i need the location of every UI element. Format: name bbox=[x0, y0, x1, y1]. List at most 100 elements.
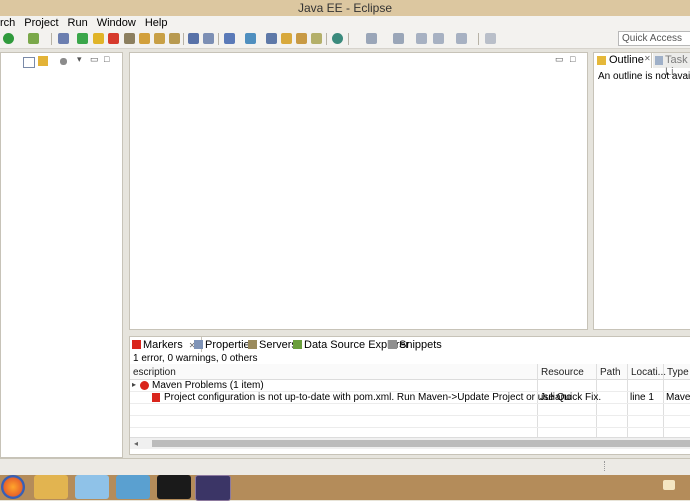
menu-item-window[interactable]: Window bbox=[97, 17, 136, 29]
step-into-icon[interactable] bbox=[139, 33, 150, 44]
row-divider bbox=[130, 427, 690, 428]
globe-icon[interactable] bbox=[332, 33, 343, 44]
main-toolbar bbox=[0, 30, 690, 49]
outline-panel: Outline ✕ Task Li An outline is not avai… bbox=[593, 52, 690, 330]
tab-outline-label: Outline bbox=[609, 54, 644, 66]
row-divider bbox=[130, 403, 690, 404]
column-type[interactable]: Type bbox=[667, 365, 689, 380]
notification-icon[interactable] bbox=[663, 480, 675, 490]
horizontal-scrollbar[interactable]: ◂ bbox=[130, 437, 690, 449]
menu-item-help[interactable]: Help bbox=[145, 17, 168, 29]
tab-properties[interactable]: Properties bbox=[194, 338, 255, 352]
outline-message: An outline is not available. bbox=[598, 71, 690, 82]
server-icon[interactable] bbox=[203, 33, 214, 44]
eclipse-taskbar-icon[interactable] bbox=[195, 475, 231, 501]
tab-servers[interactable]: Servers bbox=[248, 338, 297, 352]
servers-icon bbox=[248, 340, 257, 349]
problem-type: Maven bbox=[666, 392, 690, 403]
maximize-icon[interactable]: □ bbox=[570, 55, 575, 64]
toolbar-separator bbox=[51, 33, 52, 45]
command-prompt-icon[interactable] bbox=[157, 475, 191, 499]
menu-item-search[interactable]: rch bbox=[0, 17, 15, 29]
link-with-editor-icon[interactable] bbox=[38, 56, 48, 66]
use-step-filters-icon[interactable] bbox=[188, 33, 199, 44]
debug-icon[interactable] bbox=[28, 33, 39, 44]
status-grip bbox=[604, 461, 607, 471]
toolbar-separator bbox=[348, 33, 349, 45]
new-java-project-icon[interactable] bbox=[266, 33, 277, 44]
column-location[interactable]: Locati... bbox=[631, 365, 666, 380]
next-annotation-icon[interactable] bbox=[366, 33, 377, 44]
column-resource[interactable]: Resource bbox=[541, 365, 584, 380]
error-icon bbox=[152, 393, 160, 402]
menu-item-run[interactable]: Run bbox=[68, 17, 88, 29]
remote-desktop-icon[interactable] bbox=[116, 475, 150, 499]
project-explorer-panel: ▾ ▭ □ bbox=[0, 52, 123, 458]
resume-icon[interactable] bbox=[77, 33, 88, 44]
firefox-icon[interactable] bbox=[1, 475, 25, 499]
search-icon[interactable] bbox=[311, 33, 322, 44]
table-row[interactable]: Project configuration is not up-to-date … bbox=[130, 392, 690, 403]
scroll-left-icon[interactable]: ◂ bbox=[134, 439, 138, 448]
minimize-icon[interactable]: ▭ bbox=[90, 55, 99, 64]
new-package-icon[interactable] bbox=[281, 33, 292, 44]
markers-icon bbox=[132, 340, 141, 349]
file-explorer-icon[interactable] bbox=[34, 475, 68, 499]
problem-description: Project configuration is not up-to-date … bbox=[164, 392, 602, 403]
status-bar bbox=[0, 458, 690, 475]
error-icon bbox=[140, 381, 149, 390]
new-web-service-icon[interactable] bbox=[245, 33, 256, 44]
new-server-icon[interactable] bbox=[224, 33, 235, 44]
menu-item-project[interactable]: Project bbox=[24, 17, 58, 29]
photos-icon[interactable] bbox=[75, 475, 109, 499]
problem-location: line 1 bbox=[630, 392, 654, 403]
quick-access-input[interactable]: Quick Access bbox=[618, 31, 690, 46]
forward-icon[interactable] bbox=[456, 33, 467, 44]
run-icon[interactable] bbox=[3, 33, 14, 44]
minimize-icon[interactable]: ▭ bbox=[555, 55, 564, 64]
tab-outline[interactable]: Outline ✕ bbox=[594, 53, 652, 68]
row-divider bbox=[130, 415, 690, 416]
back-icon[interactable] bbox=[433, 33, 444, 44]
chevron-right-icon[interactable]: ▸ bbox=[132, 380, 136, 389]
menu-bar: rch Project Run Window Help bbox=[0, 16, 690, 30]
pin-editor-icon[interactable] bbox=[485, 33, 496, 44]
suspend-icon[interactable] bbox=[93, 33, 104, 44]
tab-task-list[interactable]: Task Li bbox=[653, 53, 690, 78]
disconnect-icon[interactable] bbox=[124, 33, 135, 44]
tab-snippets[interactable]: Snippets bbox=[388, 338, 442, 352]
data-source-icon bbox=[293, 340, 302, 349]
tab-snippets-label: Snippets bbox=[399, 339, 442, 351]
problem-resource: Juliano bbox=[540, 392, 572, 403]
column-description[interactable]: escription bbox=[133, 365, 176, 380]
maven-problems-group: Maven Problems (1 item) bbox=[152, 380, 264, 391]
maximize-icon[interactable]: □ bbox=[104, 55, 109, 64]
open-type-icon[interactable] bbox=[296, 33, 307, 44]
collapse-all-icon[interactable] bbox=[23, 57, 35, 68]
chevron-down-icon[interactable]: ▾ bbox=[77, 55, 82, 64]
toolbar-separator bbox=[478, 33, 479, 45]
properties-icon bbox=[194, 340, 203, 349]
step-over-icon[interactable] bbox=[154, 33, 165, 44]
column-path[interactable]: Path bbox=[600, 365, 621, 380]
snippets-icon bbox=[388, 340, 397, 349]
editor-area: ▭ □ bbox=[129, 52, 588, 330]
toolbar-separator bbox=[326, 33, 327, 45]
task-list-icon bbox=[655, 56, 663, 65]
tab-markers-content[interactable]: Markers ✕ bbox=[132, 338, 196, 352]
step-return-icon[interactable] bbox=[169, 33, 180, 44]
previous-annotation-icon[interactable] bbox=[393, 33, 404, 44]
view-menu-icon[interactable] bbox=[60, 58, 67, 65]
close-icon[interactable]: ✕ bbox=[644, 54, 651, 63]
terminate-icon[interactable] bbox=[108, 33, 119, 44]
last-edit-location-icon[interactable] bbox=[416, 33, 427, 44]
window-title: Java EE - Eclipse bbox=[297, 1, 393, 15]
toolbar-separator bbox=[183, 33, 184, 45]
table-row[interactable]: ▸ Maven Problems (1 item) bbox=[130, 380, 690, 391]
tab-servers-label: Servers bbox=[259, 339, 297, 351]
skip-breakpoints-icon[interactable] bbox=[58, 33, 69, 44]
scrollbar-thumb[interactable] bbox=[152, 440, 690, 447]
tab-markers-label: Markers bbox=[143, 339, 183, 351]
markers-summary: 1 error, 0 warnings, 0 others bbox=[133, 353, 258, 364]
toolbar-separator bbox=[218, 33, 219, 45]
